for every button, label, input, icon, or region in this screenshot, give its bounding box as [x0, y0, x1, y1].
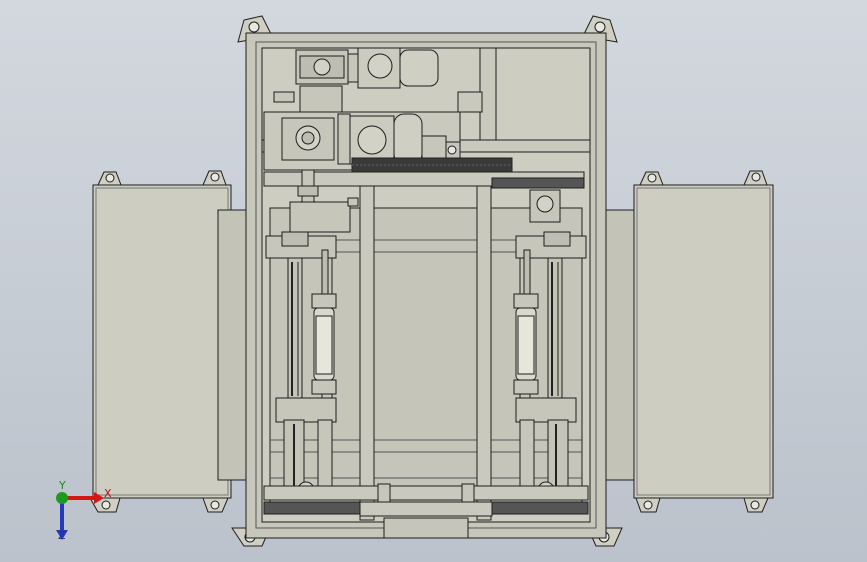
z-axis-label: Z [58, 529, 66, 542]
cad-model[interactable] [0, 0, 867, 562]
y-axis-label: Y [59, 479, 66, 492]
right-gripper-plate[interactable] [587, 170, 774, 513]
x-axis-label: X [104, 487, 112, 500]
left-gripper-plate[interactable] [89, 170, 265, 513]
coordinate-triad: X Y Z [40, 478, 120, 548]
dark-rail-top [491, 177, 585, 189]
spur-gear[interactable] [351, 157, 513, 173]
graphics-viewport[interactable]: X Y Z [0, 0, 867, 562]
